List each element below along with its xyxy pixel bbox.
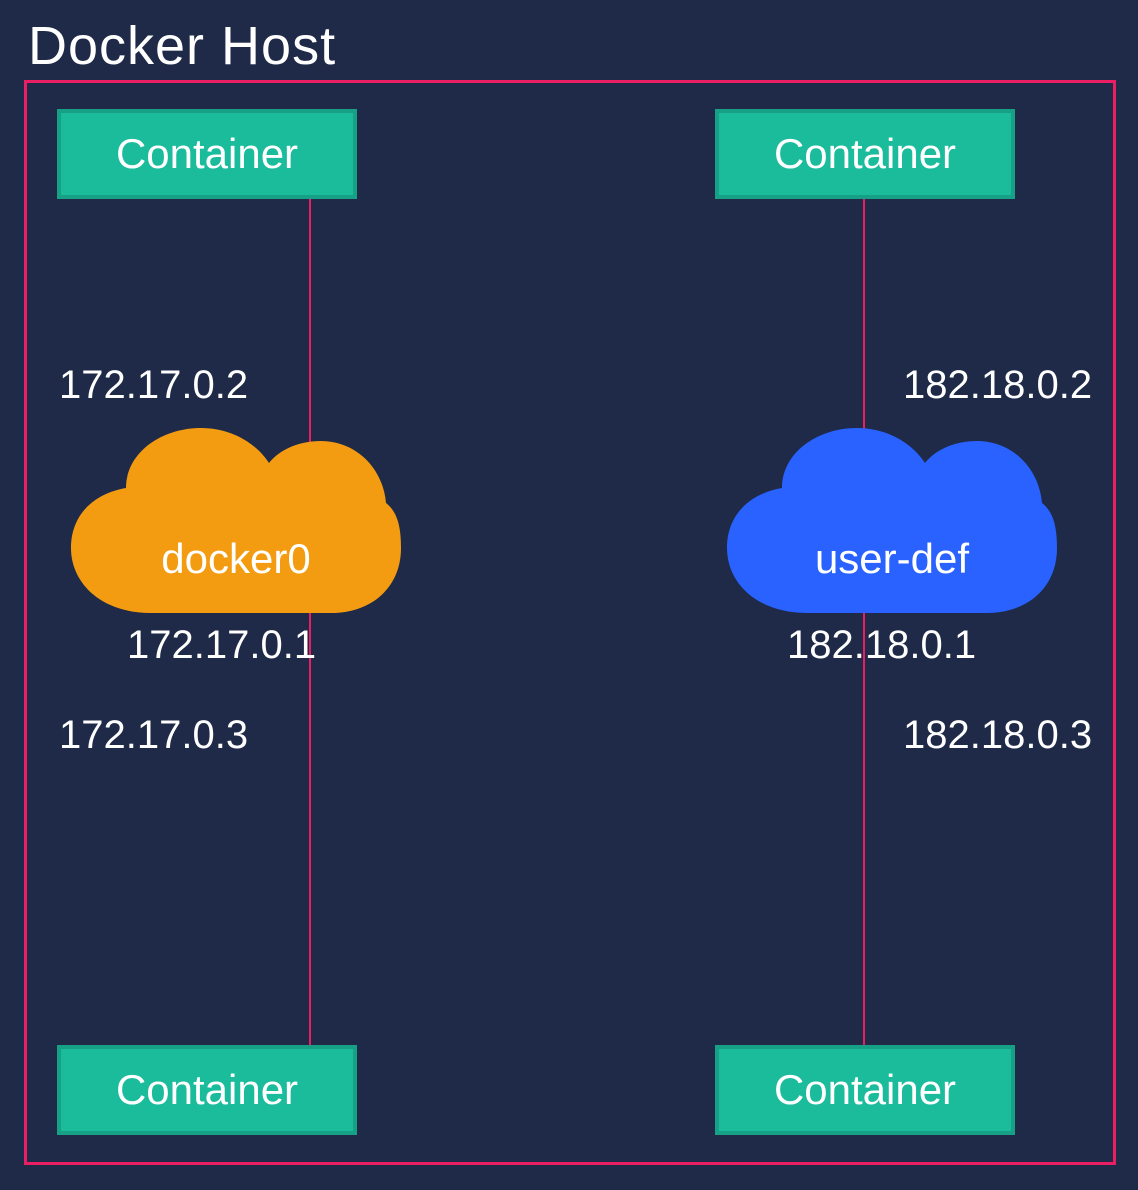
container-box-top-right: Container [715,109,1015,199]
container-box-top-left: Container [57,109,357,199]
ip-address-label: 172.17.0.1 [127,623,316,668]
container-label: Container [116,1066,298,1114]
container-label: Container [116,130,298,178]
cloud-icon [727,413,1057,623]
ip-address-label: 172.17.0.3 [59,713,248,758]
ip-address-label: 182.18.0.3 [903,713,1092,758]
network-name-label: docker0 [71,535,401,583]
host-title: Docker Host [28,15,336,77]
container-label: Container [774,1066,956,1114]
ip-address-label: 182.18.0.2 [903,363,1092,408]
network-cloud-user-def: user-def [727,413,1057,613]
ip-address-label: 182.18.0.1 [787,623,976,668]
container-box-bottom-left: Container [57,1045,357,1135]
ip-address-label: 172.17.0.2 [59,363,248,408]
container-box-bottom-right: Container [715,1045,1015,1135]
docker-host-frame: Container Container Container Container … [24,80,1116,1165]
network-name-label: user-def [727,535,1057,583]
container-label: Container [774,130,956,178]
network-cloud-docker0: docker0 [71,413,401,613]
cloud-icon [71,413,401,623]
